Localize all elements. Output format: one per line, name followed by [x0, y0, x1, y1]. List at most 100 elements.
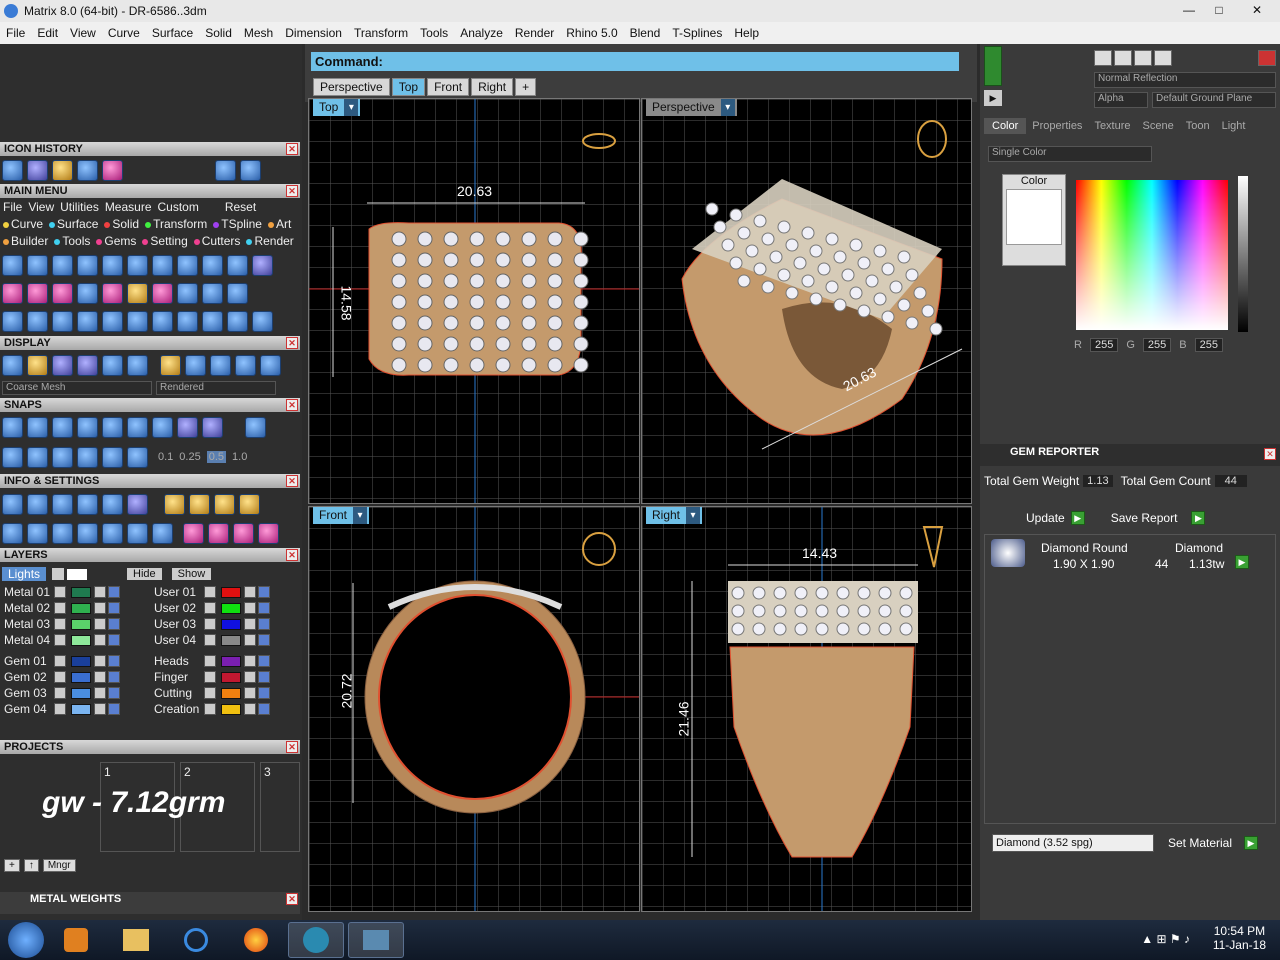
tab-properties[interactable]: Properties — [1026, 118, 1088, 134]
layer-row[interactable]: Metal 04 — [4, 632, 122, 648]
expand-icon[interactable] — [54, 671, 66, 683]
layer-color-swatch[interactable] — [221, 634, 241, 646]
play-icon[interactable]: ▶ — [1244, 836, 1258, 850]
play-icon[interactable]: ▶ — [1235, 555, 1249, 569]
visibility-icon[interactable] — [258, 618, 270, 630]
check-tool-icon[interactable] — [177, 282, 198, 304]
bucket-icon[interactable] — [77, 522, 98, 544]
globe-icon[interactable] — [102, 354, 123, 376]
menu-curve[interactable]: Curve — [102, 26, 146, 40]
expand-icon[interactable] — [54, 687, 66, 699]
layer-row[interactable]: User 04 — [154, 632, 272, 648]
expand-icon[interactable] — [204, 586, 216, 598]
surface-tool-icon[interactable] — [77, 254, 98, 276]
arc-tool-icon[interactable] — [27, 310, 48, 332]
visibility-icon[interactable] — [108, 671, 120, 683]
sphere-icon[interactable] — [235, 354, 256, 376]
history-tool-icon[interactable] — [52, 159, 73, 181]
snap-near-icon[interactable] — [27, 416, 48, 438]
explorer-icon[interactable] — [108, 922, 164, 958]
snap-int-icon[interactable] — [127, 416, 148, 438]
tab-perspective[interactable]: Perspective — [313, 78, 390, 96]
visibility-icon[interactable] — [108, 602, 120, 614]
cube-icon[interactable] — [127, 493, 148, 515]
mm-gems[interactable]: Gems — [104, 234, 136, 248]
lock-icon[interactable] — [94, 634, 106, 646]
visibility-icon[interactable] — [258, 634, 270, 646]
gem-tool-icon[interactable] — [208, 522, 229, 544]
menu-tools[interactable]: Tools — [414, 26, 454, 40]
setting-tool-icon[interactable] — [127, 254, 148, 276]
snap-quad-icon[interactable] — [202, 416, 223, 438]
tab-texture[interactable]: Texture — [1088, 118, 1136, 134]
layer-row[interactable]: Cutting — [154, 685, 272, 701]
circle-tool-icon[interactable] — [2, 254, 23, 276]
curve-tool-icon[interactable] — [27, 254, 48, 276]
layer-color-swatch[interactable] — [221, 586, 241, 598]
expand-icon[interactable] — [204, 655, 216, 667]
mm-curve[interactable]: Curve — [11, 217, 43, 231]
menu-analyze[interactable]: Analyze — [454, 26, 509, 40]
lock-icon[interactable] — [244, 634, 256, 646]
expand-icon[interactable] — [204, 671, 216, 683]
wireframe-icon[interactable] — [2, 354, 23, 376]
add-tab-button[interactable]: + — [515, 78, 537, 96]
cube-icon[interactable] — [27, 446, 48, 468]
arrow-left-icon[interactable] — [215, 159, 236, 181]
snap-mid-icon[interactable] — [77, 416, 98, 438]
pencil-icon[interactable] — [52, 446, 73, 468]
brightness-slider[interactable] — [1238, 176, 1248, 332]
viewport-front[interactable]: Front 20.72 — [308, 506, 640, 912]
project-icon[interactable] — [127, 446, 148, 468]
layer-row[interactable]: Gem 03 — [4, 685, 122, 701]
layer-color-swatch[interactable] — [71, 618, 91, 630]
edit-icon[interactable] — [102, 493, 123, 515]
expand-icon[interactable] — [54, 703, 66, 715]
expand-icon[interactable] — [204, 687, 216, 699]
panel-tool-icon[interactable] — [252, 254, 273, 276]
mesh-quality-select[interactable]: Coarse Mesh — [2, 381, 152, 395]
menu-mesh[interactable]: Mesh — [238, 26, 279, 40]
expand-icon[interactable] — [204, 618, 216, 630]
layer-color-swatch[interactable] — [71, 586, 91, 598]
mm-view[interactable]: View — [25, 200, 57, 214]
expand-icon[interactable] — [54, 634, 66, 646]
reset-button[interactable]: Reset — [222, 200, 259, 214]
layer-color-swatch[interactable] — [221, 618, 241, 630]
menu-blend[interactable]: Blend — [624, 26, 667, 40]
menu-solid[interactable]: Solid — [199, 26, 238, 40]
bezel-tool-icon[interactable] — [152, 254, 173, 276]
menu-view[interactable]: View — [64, 26, 102, 40]
lock-icon[interactable] — [244, 586, 256, 598]
mm-builder[interactable]: Builder — [11, 234, 48, 248]
lock-icon[interactable] — [94, 655, 106, 667]
shape-tool-icon[interactable] — [2, 310, 23, 332]
snap-val-0-5[interactable]: 0.5 — [206, 451, 227, 463]
tab-scene[interactable]: Scene — [1137, 118, 1180, 134]
add-tool-icon[interactable] — [52, 282, 73, 304]
spray-tool-icon[interactable] — [152, 310, 173, 332]
ie-icon[interactable] — [168, 922, 224, 958]
menu-help[interactable]: Help — [728, 26, 765, 40]
visibility-icon[interactable] — [108, 703, 120, 715]
light-icon[interactable] — [160, 354, 181, 376]
step-tool-icon[interactable] — [127, 310, 148, 332]
lock-icon[interactable] — [244, 671, 256, 683]
layer-row[interactable]: Metal 02 — [4, 600, 122, 616]
lock-icon[interactable] — [94, 687, 106, 699]
tab-front[interactable]: Front — [427, 78, 470, 96]
cut-tool-icon[interactable] — [227, 310, 248, 332]
gem-tool-icon[interactable] — [233, 522, 254, 544]
history-tool-icon[interactable] — [27, 159, 48, 181]
windows-icon[interactable] — [2, 522, 23, 544]
sphere-icon[interactable] — [210, 354, 231, 376]
close-icon[interactable]: ✕ — [286, 549, 298, 561]
monitor-icon[interactable] — [27, 522, 48, 544]
gem-tool-icon[interactable] — [258, 522, 279, 544]
expand-tool-icon[interactable] — [202, 282, 223, 304]
shield-icon[interactable] — [177, 254, 198, 276]
layer-color-swatch[interactable] — [221, 671, 241, 683]
alpha-select[interactable]: Alpha — [1094, 92, 1148, 108]
pattern-tool-icon[interactable] — [102, 282, 123, 304]
close-icon[interactable]: ✕ — [286, 337, 298, 349]
